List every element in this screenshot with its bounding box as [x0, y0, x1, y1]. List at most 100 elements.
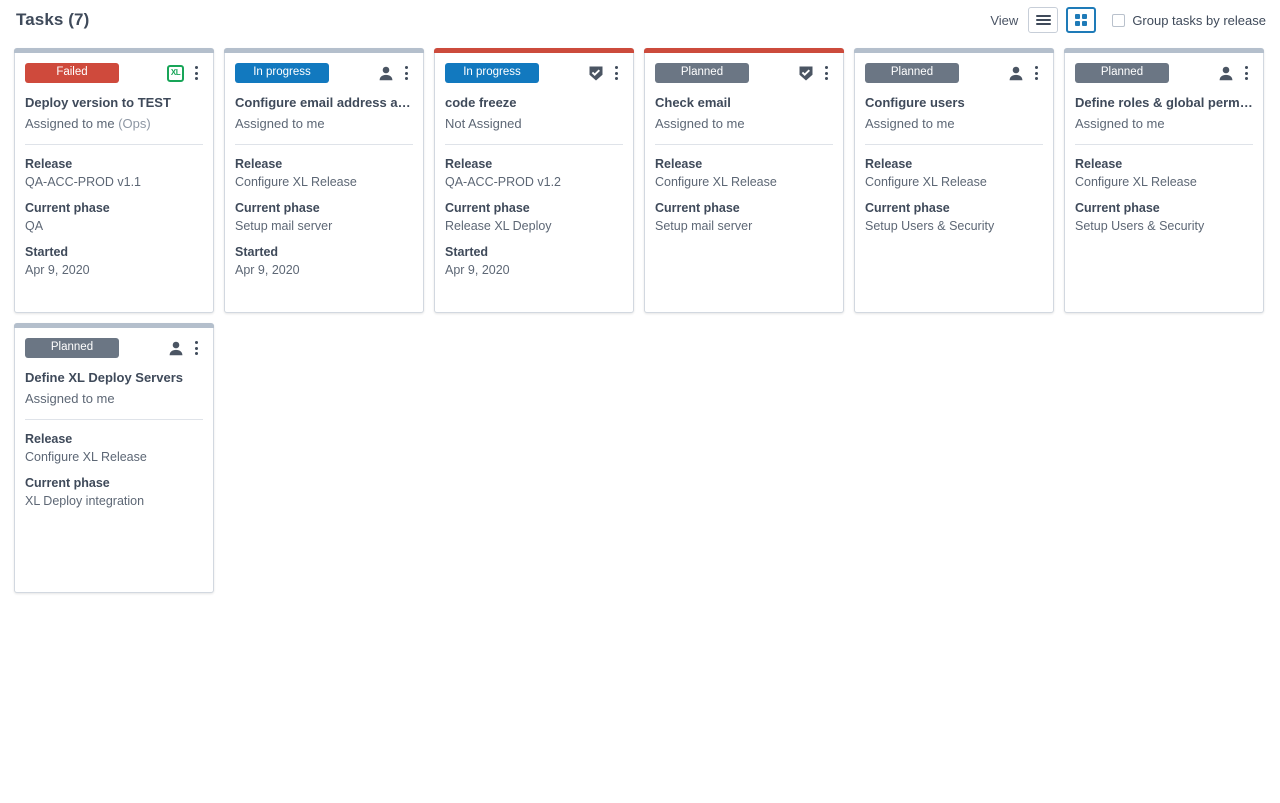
status-badge: Failed: [25, 63, 119, 83]
release-label: Release: [445, 157, 493, 171]
card-fields: Release Configure XL Release Current phase…: [865, 157, 1043, 233]
card-menu-button[interactable]: [1029, 64, 1043, 82]
card-fields: Release Configure XL Release Current phase…: [235, 157, 413, 277]
person-icon[interactable]: [1008, 65, 1024, 82]
task-card[interactable]: Planned Define XL Deploy Servers Assigned …: [14, 323, 214, 593]
release-value: Configure XL Release: [1075, 175, 1197, 189]
view-label: View: [990, 12, 1019, 28]
status-badge: In progress: [445, 63, 539, 83]
current-phase-label: Current phase: [655, 201, 740, 215]
card-menu-button[interactable]: [399, 64, 413, 82]
group-tasks-checkbox[interactable]: [1112, 13, 1126, 27]
task-card[interactable]: Planned Check email Assigned to me Release C…: [644, 48, 844, 313]
current-phase-label: Current phase: [445, 201, 530, 215]
card-menu-button[interactable]: [819, 64, 833, 82]
release-value: QA-ACC-PROD v1.2: [445, 175, 561, 189]
assignee-team: (Ops): [118, 116, 151, 131]
current-phase-value: Setup mail server: [235, 219, 333, 233]
current-phase-label: Current phase: [25, 201, 110, 215]
release-label: Release: [865, 157, 913, 171]
toolbar-controls: View Group tasks by release: [990, 7, 1266, 33]
status-badge: Planned: [655, 63, 749, 83]
grid-icon: [1075, 14, 1088, 26]
current-phase-label: Current phase: [1075, 201, 1160, 215]
task-assignee: Assigned to me: [655, 116, 745, 131]
task-assignee: Assigned to me: [25, 391, 115, 406]
current-phase-value: Setup Users & Security: [865, 219, 995, 233]
person-icon[interactable]: [378, 65, 394, 82]
task-card-board: Failed XL Deploy version to TEST Assigned t…: [0, 40, 1280, 593]
current-phase-value: XL Deploy integration: [25, 494, 145, 508]
card-divider: [25, 144, 203, 145]
release-value: Configure XL Release: [25, 450, 147, 464]
card-divider: [655, 144, 833, 145]
current-phase-value: QA: [25, 219, 44, 233]
list-view-button[interactable]: [1028, 7, 1059, 33]
card-fields: Release Configure XL Release Current phase…: [1075, 157, 1253, 233]
task-title[interactable]: Deploy version to TEST: [25, 95, 203, 110]
task-title[interactable]: Define XL Deploy Servers: [25, 370, 203, 385]
current-phase-label: Current phase: [25, 476, 110, 490]
person-icon[interactable]: [168, 340, 184, 357]
task-card[interactable]: Failed XL Deploy version to TEST Assigned t…: [14, 48, 214, 313]
started-label: Started: [25, 245, 69, 259]
task-assignee: Assigned to me (Ops): [25, 116, 151, 131]
current-phase-value: Setup mail server: [655, 219, 753, 233]
task-title[interactable]: code freeze: [445, 95, 623, 110]
current-phase-label: Current phase: [235, 201, 320, 215]
card-divider: [25, 419, 203, 420]
xl-deploy-icon[interactable]: XL: [167, 64, 184, 82]
current-phase-value: Release XL Deploy: [445, 219, 552, 233]
card-menu-button[interactable]: [1239, 64, 1253, 82]
task-title[interactable]: Configure email address and ...: [235, 95, 413, 110]
card-fields: Release Configure XL Release Current phase…: [25, 432, 203, 508]
current-phase-label: Current phase: [865, 201, 950, 215]
group-tasks-label: Group tasks by release: [1132, 12, 1266, 28]
card-divider: [865, 144, 1043, 145]
started-value: Apr 9, 2020: [445, 263, 510, 277]
task-title[interactable]: Check email: [655, 95, 833, 110]
card-divider: [235, 144, 413, 145]
task-card[interactable]: In progress code freeze Not Assigned Releas…: [434, 48, 634, 313]
task-card[interactable]: In progress Configure email address and .…: [224, 48, 424, 313]
started-value: Apr 9, 2020: [25, 263, 90, 277]
started-label: Started: [445, 245, 489, 259]
card-divider: [1075, 144, 1253, 145]
status-badge: Planned: [865, 63, 959, 83]
group-tasks-by-release-toggle[interactable]: Group tasks by release: [1112, 13, 1266, 28]
card-fields: Release QA-ACC-PROD v1.2 Current phase Rele…: [445, 157, 623, 277]
started-value: Apr 9, 2020: [235, 263, 300, 277]
release-label: Release: [655, 157, 703, 171]
status-badge: Planned: [25, 338, 119, 358]
task-assignee: Assigned to me: [235, 116, 325, 131]
card-divider: [445, 144, 623, 145]
tasks-toolbar: Tasks (7) View Group tasks by release: [0, 0, 1280, 40]
hamburger-icon: [1035, 15, 1051, 25]
task-card[interactable]: Planned Configure users Assigned to me Rele…: [854, 48, 1054, 313]
task-assignee: Not Assigned: [445, 116, 522, 131]
release-value: QA-ACC-PROD v1.1: [25, 175, 141, 189]
grid-view-button[interactable]: [1066, 7, 1097, 33]
task-title[interactable]: Configure users: [865, 95, 1043, 110]
release-label: Release: [25, 432, 73, 446]
status-badge: In progress: [235, 63, 329, 83]
page-title: Tasks (7): [16, 10, 90, 29]
current-phase-value: Setup Users & Security: [1075, 219, 1205, 233]
status-badge: Planned: [1075, 63, 1169, 83]
person-icon[interactable]: [1218, 65, 1234, 82]
card-menu-button[interactable]: [189, 339, 203, 357]
task-card[interactable]: Planned Define roles & global permissi...…: [1064, 48, 1264, 313]
release-value: Configure XL Release: [235, 175, 357, 189]
release-value: Configure XL Release: [865, 175, 987, 189]
release-value: Configure XL Release: [655, 175, 777, 189]
card-menu-button[interactable]: [609, 64, 623, 82]
started-label: Started: [235, 245, 279, 259]
shield-check-icon[interactable]: [798, 65, 814, 82]
card-fields: Release Configure XL Release Current phase…: [655, 157, 833, 233]
task-assignee: Assigned to me: [1075, 116, 1165, 131]
shield-check-icon[interactable]: [588, 65, 604, 82]
task-title[interactable]: Define roles & global permissi...: [1075, 95, 1253, 110]
task-assignee: Assigned to me: [865, 116, 955, 131]
release-label: Release: [1075, 157, 1123, 171]
card-menu-button[interactable]: [189, 64, 203, 82]
